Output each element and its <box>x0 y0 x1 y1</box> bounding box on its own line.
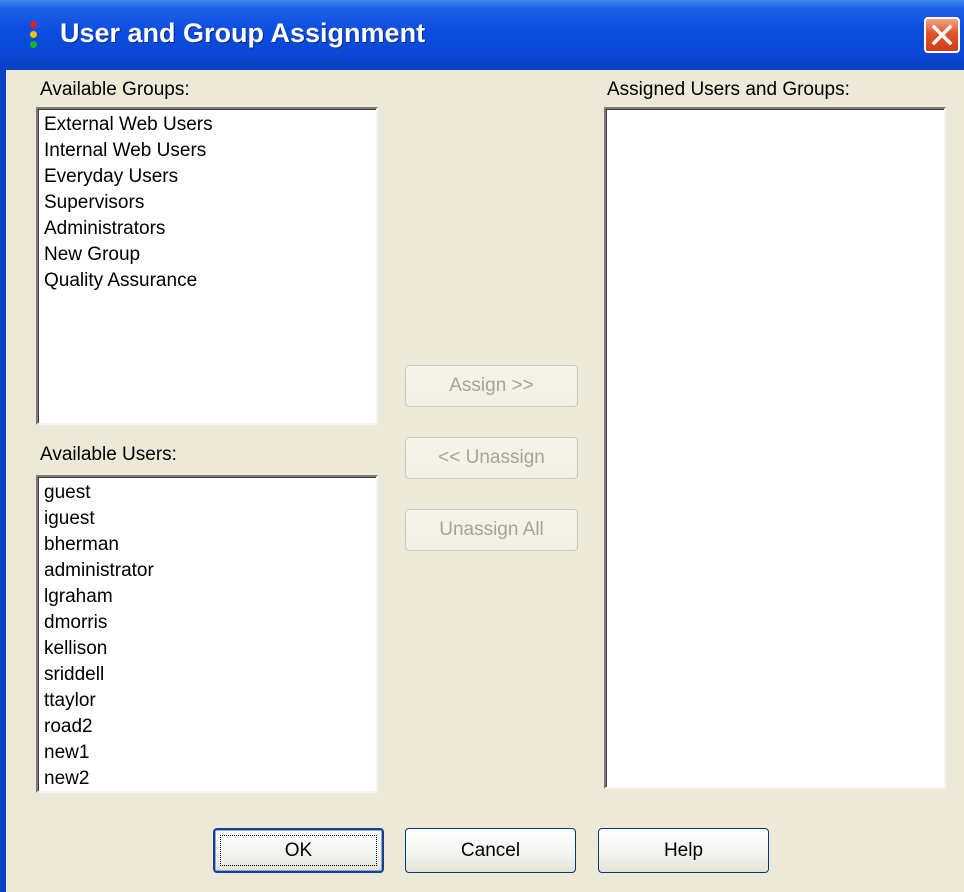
available-groups-list[interactable]: External Web Users Internal Web Users Ever… <box>36 107 378 425</box>
ok-button[interactable]: OK <box>213 828 384 873</box>
close-button[interactable] <box>924 17 960 53</box>
dialog-window: User and Group Assignment Available Grou… <box>0 0 964 892</box>
list-item[interactable]: New Group <box>44 242 376 268</box>
help-button[interactable]: Help <box>598 828 769 873</box>
unassign-all-button[interactable]: Unassign All <box>405 509 578 551</box>
traffic-light-icon <box>28 21 40 49</box>
unassign-button[interactable]: << Unassign <box>405 437 578 479</box>
list-item[interactable]: dmorris <box>44 610 376 636</box>
close-icon <box>931 24 953 46</box>
list-item[interactable]: bherman <box>44 532 376 558</box>
list-item[interactable]: new1 <box>44 740 376 766</box>
list-item[interactable]: lgraham <box>44 584 376 610</box>
list-item[interactable]: sriddell <box>44 662 376 688</box>
list-item[interactable]: new2 <box>44 766 376 791</box>
list-item[interactable]: Supervisors <box>44 190 376 216</box>
list-item[interactable]: administrator <box>44 558 376 584</box>
list-item[interactable]: Quality Assurance <box>44 268 376 294</box>
available-groups-label: Available Groups: <box>40 79 190 100</box>
focus-rect <box>220 835 377 866</box>
cancel-button[interactable]: Cancel <box>405 828 576 873</box>
title-bar[interactable]: User and Group Assignment <box>0 0 964 70</box>
list-item[interactable]: Internal Web Users <box>44 138 376 164</box>
available-users-list[interactable]: guest iguest bherman administrator lgraham dm… <box>36 475 378 793</box>
list-item[interactable]: kellison <box>44 636 376 662</box>
list-item[interactable]: road2 <box>44 714 376 740</box>
list-item[interactable]: External Web Users <box>44 112 376 138</box>
assigned-list[interactable] <box>604 107 946 789</box>
assign-button[interactable]: Assign >> <box>405 365 578 407</box>
list-item[interactable]: Everyday Users <box>44 164 376 190</box>
list-item[interactable]: guest <box>44 480 376 506</box>
available-users-label: Available Users: <box>40 444 177 465</box>
list-item[interactable]: ttaylor <box>44 688 376 714</box>
window-title: User and Group Assignment <box>60 18 426 48</box>
list-item[interactable]: Administrators <box>44 216 376 242</box>
dialog-body: Available Groups: External Web Users Inte… <box>6 70 964 892</box>
list-item[interactable]: iguest <box>44 506 376 532</box>
assigned-label: Assigned Users and Groups: <box>607 79 850 100</box>
